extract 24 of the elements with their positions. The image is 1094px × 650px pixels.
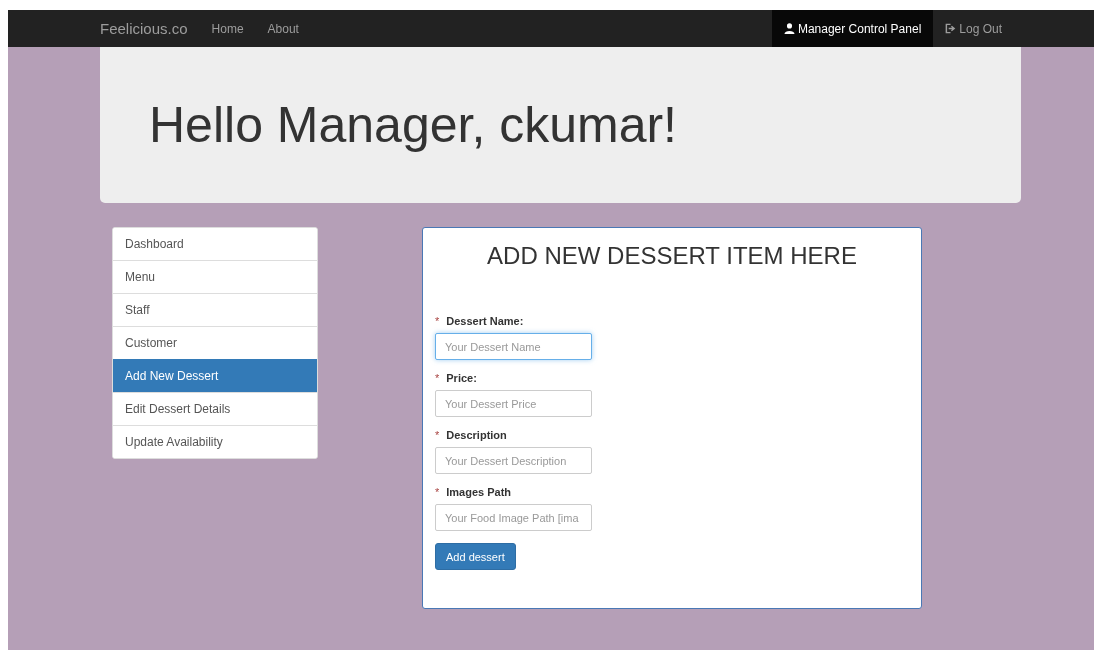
field-label: Price:: [446, 372, 477, 384]
field-label: Images Path: [446, 486, 512, 498]
add-dessert-button[interactable]: Add dessert: [435, 543, 516, 570]
nav-link[interactable]: Manager Control Panel: [771, 10, 934, 47]
input-field[interactable]: Your Dessert Price: [435, 390, 592, 417]
required-mark: *: [435, 315, 441, 327]
nav-link[interactable]: Log Out: [933, 10, 1014, 47]
input-field[interactable]: Your Dessert Description: [435, 447, 592, 474]
nav-link[interactable]: Home: [199, 10, 256, 47]
sidebar-item[interactable]: Add New Dessert: [113, 359, 317, 392]
nav-link[interactable]: About: [255, 10, 311, 47]
field-label: Dessert Name:: [446, 315, 524, 327]
required-mark: *: [435, 429, 441, 441]
form-title: ADD NEW DESSERT ITEM HERE: [486, 242, 858, 270]
logout-icon: [945, 23, 957, 34]
sidebar-item[interactable]: Update Availability: [113, 425, 317, 458]
brand-link[interactable]: Feelicious.co: [100, 10, 200, 47]
required-mark: *: [435, 372, 441, 384]
user-icon: [783, 23, 795, 34]
field-label: Description: [446, 429, 507, 441]
greeting-heading: Hello Manager, ckumar!: [149, 96, 677, 154]
required-mark: *: [435, 486, 441, 498]
input-field[interactable]: Your Food Image Path [ima: [435, 504, 592, 531]
input-field[interactable]: Your Dessert Name: [435, 333, 592, 360]
